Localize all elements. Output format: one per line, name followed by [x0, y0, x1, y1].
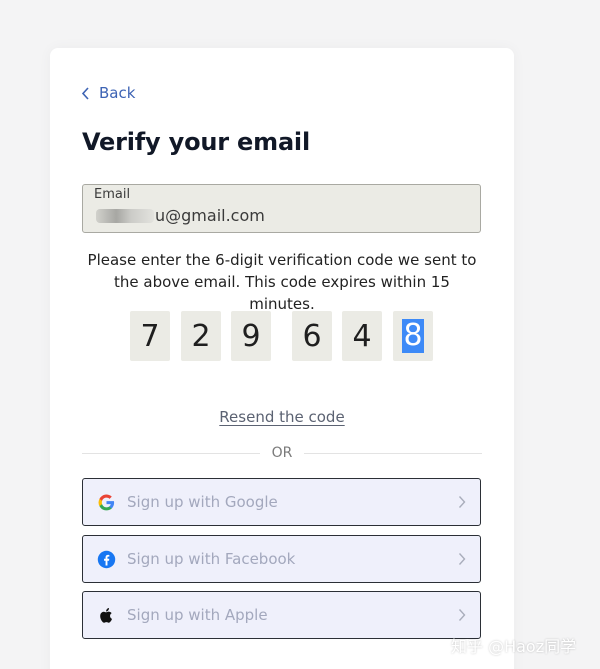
email-label: Email [94, 187, 131, 202]
instructions-text: Please enter the 6-digit verification co… [87, 251, 477, 313]
google-signup-button[interactable]: Sign up with Google [82, 478, 481, 526]
divider-right [304, 453, 482, 454]
facebook-icon [97, 550, 116, 569]
google-icon [98, 494, 115, 511]
back-link[interactable]: Back [81, 82, 135, 104]
facebook-signup-label: Sign up with Facebook [127, 550, 296, 568]
chevron-right-icon [458, 553, 466, 565]
apple-icon [100, 608, 113, 623]
code-digit-5[interactable]: 4 [342, 311, 382, 361]
code-digit-6[interactable]: 8 [393, 311, 433, 361]
chevron-right-icon [458, 609, 466, 621]
selected-digit: 8 [402, 318, 424, 353]
facebook-signup-button[interactable]: Sign up with Facebook [82, 535, 481, 583]
divider-left [82, 453, 260, 454]
apple-signup-button[interactable]: Sign up with Apple [82, 591, 481, 639]
page-title: Verify your email [82, 128, 310, 156]
code-digit-1[interactable]: 7 [130, 311, 170, 361]
email-value: u@gmail.com [96, 206, 265, 225]
google-signup-label: Sign up with Google [127, 493, 278, 511]
code-digit-4[interactable]: 6 [292, 311, 332, 361]
email-value-text: u@gmail.com [155, 206, 265, 225]
redacted-email-part [96, 208, 154, 223]
apple-signup-label: Sign up with Apple [127, 606, 268, 624]
back-label: Back [99, 84, 136, 102]
divider-or: OR [271, 445, 293, 461]
chevron-right-icon [458, 496, 466, 508]
code-digit-2[interactable]: 2 [181, 311, 221, 361]
watermark: 知乎 @Haoz同学 [451, 637, 577, 656]
chevron-left-icon [81, 86, 89, 100]
code-digit-3[interactable]: 9 [231, 311, 271, 361]
resend-code-link[interactable]: Resend the code [82, 408, 482, 426]
email-field[interactable]: Email u@gmail.com [82, 184, 481, 233]
